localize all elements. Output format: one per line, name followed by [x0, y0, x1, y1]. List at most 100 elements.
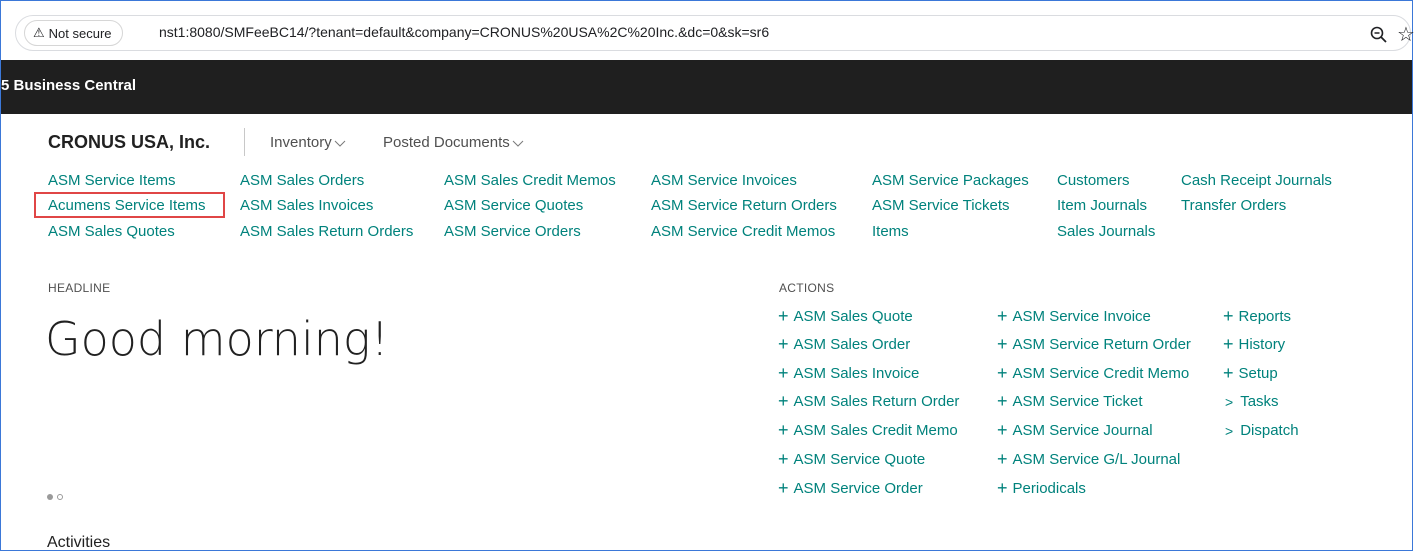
link-asm-service-credit-memos[interactable]: ASM Service Credit Memos [651, 223, 835, 240]
link-asm-service-return-orders[interactable]: ASM Service Return Orders [651, 197, 837, 214]
plus-icon: + [778, 334, 789, 354]
action-label: ASM Service G/L Journal [1012, 451, 1181, 468]
nav-menu-inventory[interactable]: Inventory [270, 134, 346, 151]
action-asm-sales-return-order[interactable]: + ASM Sales Return Order [778, 391, 960, 411]
url-box[interactable]: ⚠ Not secure nst1:8080/SMFeeBC14/?tenant… [15, 15, 1415, 51]
plus-icon: + [997, 449, 1008, 469]
action-label: ASM Service Journal [1012, 422, 1153, 439]
plus-icon: + [1223, 334, 1234, 354]
chevron-down-icon [512, 140, 524, 147]
action-label: ASM Service Return Order [1012, 336, 1191, 353]
app-bar: 5 Business Central [1, 60, 1412, 114]
action-periodicals[interactable]: + Periodicals [997, 478, 1086, 498]
action-label: History [1238, 336, 1286, 353]
link-items[interactable]: Items [872, 223, 909, 240]
link-sales-journals[interactable]: Sales Journals [1057, 223, 1155, 240]
nav-menu-label: Posted Documents [383, 134, 510, 151]
link-cash-receipt-journals[interactable]: Cash Receipt Journals [1181, 172, 1332, 189]
action-label: ASM Sales Order [793, 336, 911, 353]
security-label: Not secure [48, 25, 112, 41]
link-asm-service-orders[interactable]: ASM Service Orders [444, 223, 581, 240]
action-history[interactable]: + History [1223, 334, 1286, 354]
headline-text: Good morning! [45, 312, 389, 366]
carousel-dots[interactable] [47, 494, 63, 500]
plus-icon: + [778, 306, 789, 326]
plus-icon: + [778, 449, 789, 469]
action-asm-service-journal[interactable]: + ASM Service Journal [997, 420, 1153, 440]
action-label: ASM Service Quote [793, 451, 926, 468]
link-asm-sales-credit-memos[interactable]: ASM Sales Credit Memos [444, 172, 616, 189]
headline-label: HEADLINE [48, 281, 111, 295]
action-label: ASM Service Order [793, 480, 923, 497]
action-reports[interactable]: + Reports [1223, 306, 1292, 326]
app-title[interactable]: 5 Business Central [1, 77, 136, 94]
action-asm-sales-order[interactable]: + ASM Sales Order [778, 334, 911, 354]
plus-icon: + [997, 420, 1008, 440]
action-asm-service-order[interactable]: + ASM Service Order [778, 478, 923, 498]
action-label: ASM Sales Return Order [793, 393, 960, 410]
action-asm-sales-credit-memo[interactable]: + ASM Sales Credit Memo [778, 420, 958, 440]
warning-icon: ⚠ [33, 25, 45, 40]
link-asm-sales-quotes[interactable]: ASM Sales Quotes [48, 223, 175, 240]
action-asm-service-credit-memo[interactable]: + ASM Service Credit Memo [997, 363, 1190, 383]
action-asm-sales-invoice[interactable]: + ASM Sales Invoice [778, 363, 920, 383]
link-asm-service-items[interactable]: ASM Service Items [48, 172, 176, 189]
plus-icon: + [997, 478, 1008, 498]
nav-menu-posted-documents[interactable]: Posted Documents [383, 134, 524, 151]
link-asm-sales-return-orders[interactable]: ASM Sales Return Orders [240, 223, 413, 240]
action-asm-service-ticket[interactable]: + ASM Service Ticket [997, 392, 1143, 410]
link-transfer-orders[interactable]: Transfer Orders [1181, 197, 1286, 214]
plus-icon: + [778, 363, 789, 383]
action-setup[interactable]: + Setup [1223, 363, 1278, 383]
carousel-dot-active[interactable] [47, 494, 53, 500]
link-asm-service-tickets[interactable]: ASM Service Tickets [872, 197, 1010, 214]
action-label: ASM Sales Quote [793, 308, 913, 325]
plus-icon: + [778, 391, 789, 411]
actions-label: ACTIONS [779, 281, 835, 295]
chevron-down-icon [334, 140, 346, 147]
zoom-out-icon[interactable] [1370, 26, 1388, 44]
link-item-journals[interactable]: Item Journals [1057, 197, 1147, 214]
security-chip[interactable]: ⚠ Not secure [24, 20, 123, 46]
link-asm-sales-orders[interactable]: ASM Sales Orders [240, 172, 364, 189]
chevron-right-icon: > [1225, 422, 1234, 439]
link-asm-service-quotes[interactable]: ASM Service Quotes [444, 197, 583, 214]
action-label: ASM Service Invoice [1012, 308, 1151, 325]
plus-icon: + [997, 306, 1008, 326]
plus-icon: + [997, 334, 1008, 354]
action-label: ASM Service Credit Memo [1012, 365, 1190, 382]
action-label: Periodicals [1012, 480, 1086, 497]
plus-icon: + [778, 420, 789, 440]
plus-icon: + [1223, 363, 1234, 383]
activities-heading: Activities [47, 534, 111, 551]
action-group-dispatch[interactable]: > Dispatch [1225, 422, 1299, 439]
link-acumens-service-items[interactable]: Acumens Service Items [48, 197, 206, 214]
link-asm-service-invoices[interactable]: ASM Service Invoices [651, 172, 797, 189]
action-asm-service-quote[interactable]: + ASM Service Quote [778, 449, 926, 469]
action-asm-sales-quote[interactable]: + ASM Sales Quote [778, 306, 913, 326]
company-name[interactable]: CRONUS USA, Inc. [48, 132, 210, 153]
action-group-tasks[interactable]: > Tasks [1225, 393, 1279, 410]
nav-menu-label: Inventory [270, 134, 332, 151]
link-asm-sales-invoices[interactable]: ASM Sales Invoices [240, 197, 373, 214]
link-asm-service-packages[interactable]: ASM Service Packages [872, 172, 1029, 189]
carousel-dot[interactable] [57, 494, 63, 500]
action-label: Dispatch [1240, 422, 1299, 439]
action-asm-service-return-order[interactable]: + ASM Service Return Order [997, 334, 1191, 354]
plus-icon: + [1223, 306, 1234, 326]
link-customers[interactable]: Customers [1057, 172, 1130, 189]
action-asm-service-invoice[interactable]: + ASM Service Invoice [997, 306, 1151, 326]
plus-icon: + [997, 363, 1008, 383]
url-text[interactable]: nst1:8080/SMFeeBC14/?tenant=default&comp… [159, 24, 769, 40]
action-label: Setup [1238, 365, 1278, 382]
plus-icon: + [778, 478, 789, 498]
action-label: Tasks [1240, 393, 1279, 410]
chevron-right-icon: > [1225, 393, 1234, 410]
action-label: Reports [1238, 308, 1292, 325]
bookmark-star-icon[interactable]: ☆ [1397, 22, 1415, 47]
browser-address-bar: ⚠ Not secure nst1:8080/SMFeeBC14/?tenant… [1, 1, 1415, 59]
action-label: ASM Sales Invoice [793, 365, 920, 382]
action-asm-service-gl-journal[interactable]: + ASM Service G/L Journal [997, 449, 1181, 469]
nav-divider [244, 128, 245, 156]
action-label: ASM Service Ticket [1012, 393, 1143, 410]
